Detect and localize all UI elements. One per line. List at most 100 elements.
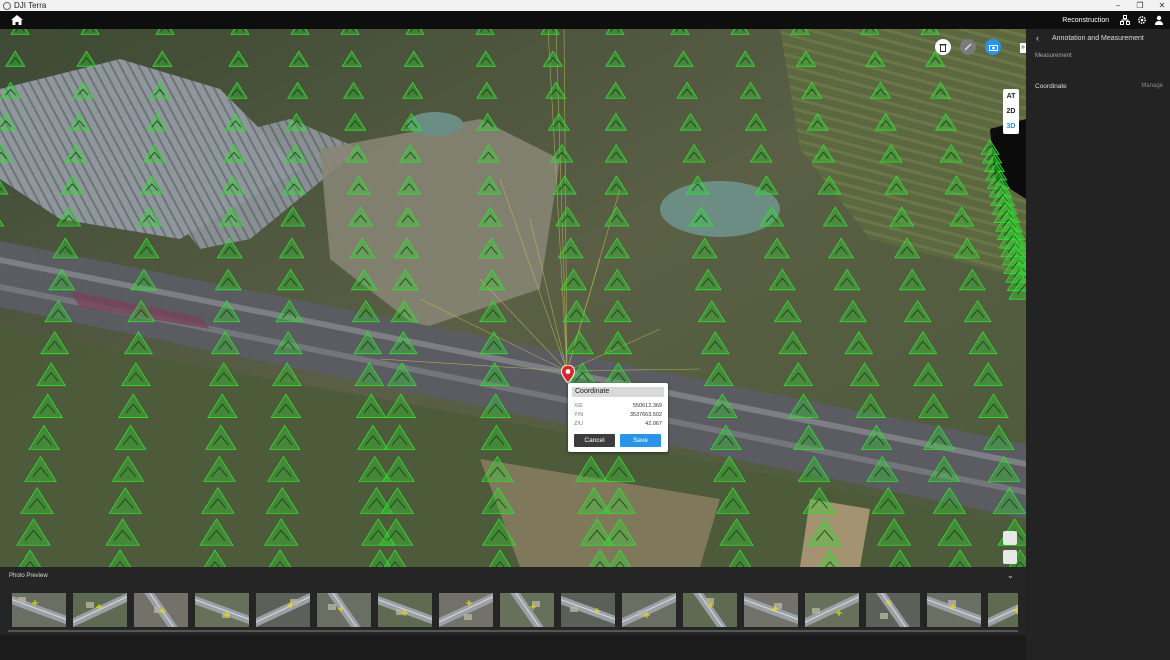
home-icon[interactable] (10, 14, 24, 26)
thumbnail-image (317, 593, 371, 627)
thumbnail-image (195, 593, 249, 627)
network-icon[interactable] (1120, 15, 1130, 25)
aerial-scene-canvas[interactable] (0, 29, 1026, 567)
camera-frustum (155, 29, 175, 35)
camera-frustum (540, 29, 560, 35)
thumbnail-image (744, 593, 798, 627)
camera-frustum (230, 29, 250, 35)
photo-thumbnail[interactable] (256, 593, 310, 627)
photo-thumbnail[interactable] (805, 593, 859, 627)
top-nav: Reconstruction (0, 11, 1170, 29)
photo-thumbnail[interactable] (439, 593, 493, 627)
measurement-section-label: Measurement (1035, 53, 1072, 59)
popup-title: Coordinate (572, 387, 664, 397)
coord-z-value: 42.067 (645, 421, 662, 427)
3d-viewport[interactable]: » AT 2D 3D Coordinate X/E 550612.369 Y/N… (0, 29, 1026, 567)
camera-frustum (605, 29, 625, 35)
top-nav-actions: Reconstruction (1062, 11, 1164, 29)
coord-x-value: 550612.369 (632, 403, 662, 409)
app-title: DJI Terra (14, 1, 47, 10)
status-bar (0, 635, 1026, 660)
thumbnail-strip (12, 593, 1018, 627)
coord-row-x: X/E 550612.369 (574, 403, 662, 411)
thumbnail-image (622, 593, 676, 627)
photo-thumbnail[interactable] (317, 593, 371, 627)
photo-thumbnail[interactable] (927, 593, 981, 627)
panel-header: ‹ Annotation and Measurement (1026, 29, 1170, 47)
thumbnail-image (805, 593, 859, 627)
camera-frustum (340, 29, 360, 35)
close-icon[interactable]: ✕ (1158, 0, 1166, 11)
thumbnail-image (12, 593, 66, 627)
camera-frustum (405, 29, 425, 35)
thumbnail-image (866, 593, 920, 627)
location-pin-icon[interactable] (561, 365, 575, 383)
viewport-toolbar (935, 39, 1001, 55)
gear-icon[interactable] (1137, 15, 1147, 25)
thumbnail-image (500, 593, 554, 627)
save-button[interactable]: Save (620, 434, 661, 447)
thumbnail-image (134, 593, 188, 627)
back-chevron-icon[interactable]: ‹ (1036, 33, 1044, 43)
cancel-button[interactable]: Cancel (574, 434, 615, 447)
photo-thumbnail[interactable] (988, 593, 1018, 627)
thumbnail-scrollbar[interactable] (8, 630, 1018, 632)
photo-thumbnail[interactable] (866, 593, 920, 627)
camera-frustum (475, 29, 495, 35)
photo-preview-title: Photo Preview (9, 573, 48, 579)
thumbnail-image (561, 593, 615, 627)
camera-icon (988, 44, 998, 51)
coordinate-popup: Coordinate X/E 550612.369 Y/N 3537663.50… (568, 383, 668, 452)
user-icon[interactable] (1154, 15, 1164, 25)
thumbnail-image (256, 593, 310, 627)
coord-row-y: Y/N 3537663.502 (574, 412, 662, 420)
minimize-icon[interactable]: – (1114, 0, 1122, 11)
photo-thumbnail[interactable] (378, 593, 432, 627)
coord-row-z: Z/U 42.067 (574, 421, 662, 429)
delete-icon (939, 43, 947, 52)
thumbnail-image (927, 593, 981, 627)
coord-y-label: Y/N (574, 412, 584, 418)
window-controls: – ❐ ✕ (1114, 0, 1166, 11)
panel-title: Annotation and Measurement (1052, 34, 1144, 42)
photo-thumbnail[interactable] (683, 593, 737, 627)
photo-thumbnail[interactable] (12, 593, 66, 627)
title-bar: DJI Terra – ❐ ✕ (0, 0, 1170, 11)
camera-frustum (10, 29, 30, 35)
thumbnail-image (683, 593, 737, 627)
coord-y-value: 3537663.502 (629, 412, 662, 418)
edit-button[interactable] (960, 39, 976, 55)
camera-frustum (730, 29, 750, 35)
photo-preview-panel: Photo Preview ⌄ (0, 567, 1026, 635)
manage-link[interactable]: Manage (1141, 83, 1163, 89)
thumbnail-image (73, 593, 127, 627)
camera-frustum (80, 29, 100, 35)
mode-at-button[interactable]: AT (1003, 89, 1019, 104)
restore-icon[interactable]: ❐ (1136, 0, 1144, 11)
photo-thumbnail[interactable] (622, 593, 676, 627)
coordinate-label: Coordinate (1035, 83, 1067, 90)
mode-label: Reconstruction (1062, 16, 1109, 24)
right-panel: ‹ Annotation and Measurement Measurement… (1026, 29, 1170, 660)
photo-thumbnail[interactable] (134, 593, 188, 627)
coord-z-label: Z/U (574, 421, 583, 427)
photo-thumbnail[interactable] (561, 593, 615, 627)
photo-thumbnail[interactable] (744, 593, 798, 627)
layers-icon[interactable] (1003, 531, 1017, 545)
delete-button[interactable] (935, 39, 951, 55)
photo-thumbnail[interactable] (195, 593, 249, 627)
legend-icon[interactable] (1003, 550, 1017, 564)
thumbnail-image (439, 593, 493, 627)
app-logo-icon (3, 1, 11, 10)
camera-frustum (670, 29, 690, 35)
photo-thumbnail[interactable] (500, 593, 554, 627)
camera-button[interactable] (985, 39, 1001, 55)
coord-x-label: X/E (574, 403, 583, 409)
mode-2d-button[interactable]: 2D (1003, 104, 1019, 119)
collapse-chevron-icon[interactable]: ⌄ (1007, 571, 1014, 580)
mode-3d-button[interactable]: 3D (1003, 119, 1019, 134)
viewport-bottom-tools (1003, 531, 1017, 564)
photo-thumbnail[interactable] (73, 593, 127, 627)
camera-frustum (290, 29, 310, 35)
edit-icon (964, 43, 972, 51)
